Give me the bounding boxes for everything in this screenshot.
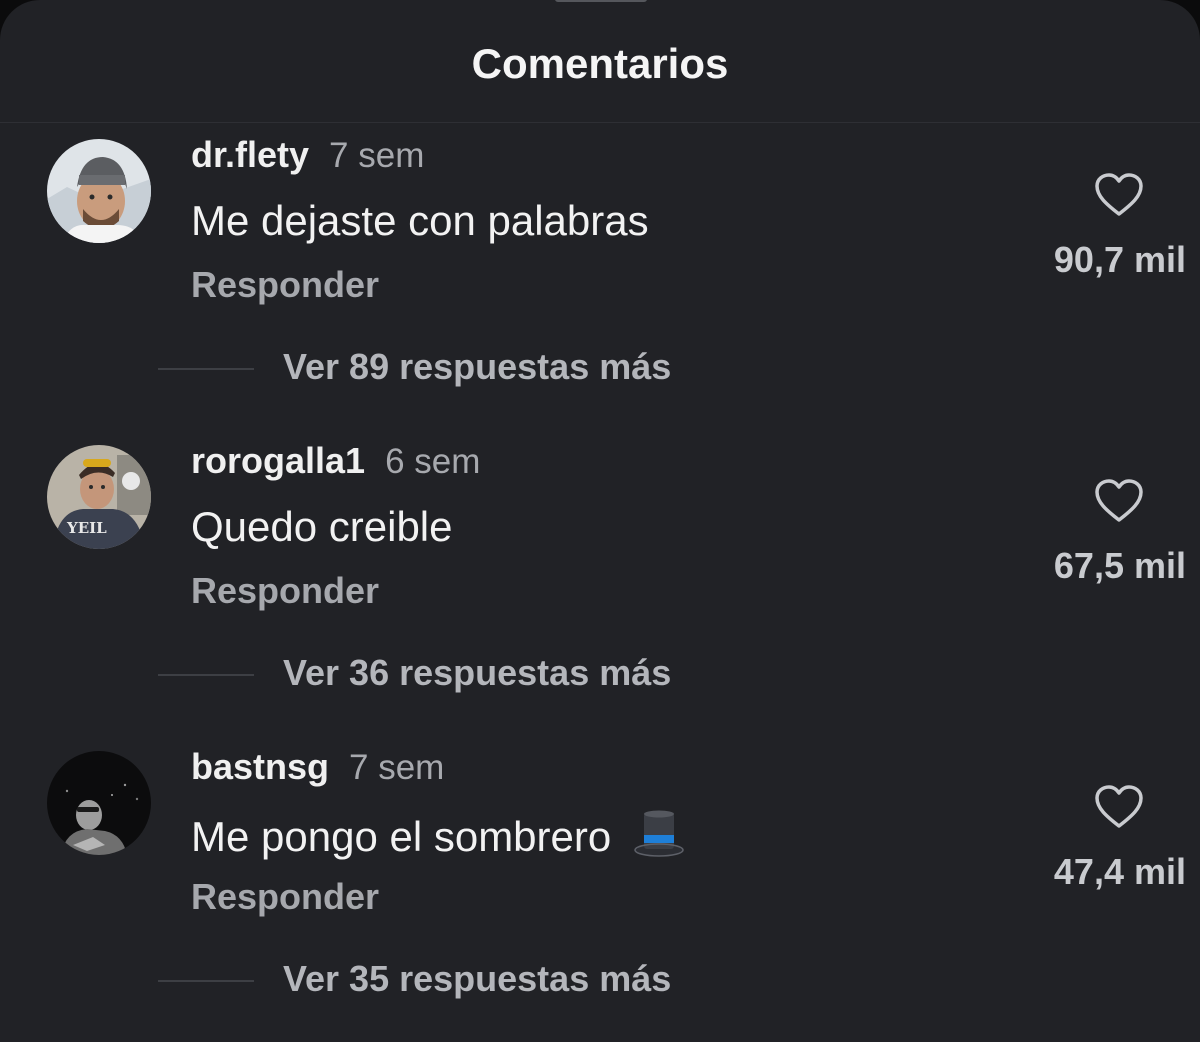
replies-divider xyxy=(158,674,254,676)
comment-meta: rorogalla1 6 sem xyxy=(191,440,480,482)
view-replies-label: Ver 36 respuestas más xyxy=(283,652,672,693)
comment-text-body: Me pongo el sombrero xyxy=(191,813,612,860)
reply-button[interactable]: Responder xyxy=(191,264,379,306)
page-title: Comentarios xyxy=(471,40,729,87)
like-button[interactable] xyxy=(1094,478,1144,524)
svg-text:YEIL: YEIL xyxy=(66,519,107,537)
replies-divider xyxy=(158,980,254,982)
comment-text: Me pongo el sombrero xyxy=(191,809,685,867)
username[interactable]: dr.flety xyxy=(191,134,309,175)
like-count: 67,5 mil xyxy=(1053,545,1186,586)
like-button[interactable] xyxy=(1094,172,1144,218)
comments-sheet: Comentarios dr.flety 7 sem Me dejaste con… xyxy=(0,0,1200,1042)
replies-divider xyxy=(158,368,254,370)
top-hat-emoji xyxy=(633,809,685,867)
heart-outline-icon xyxy=(1095,479,1143,522)
timestamp: 6 sem xyxy=(385,442,481,481)
like-button[interactable] xyxy=(1094,784,1144,830)
timestamp: 7 sem xyxy=(329,136,425,175)
avatar[interactable] xyxy=(47,139,151,243)
comments-header: Comentarios xyxy=(0,0,1200,123)
username[interactable]: bastnsg xyxy=(191,746,329,787)
view-replies-label: Ver 89 respuestas más xyxy=(283,346,672,387)
view-replies-label: Ver 35 respuestas más xyxy=(283,958,672,999)
avatar[interactable]: YEIL xyxy=(47,445,151,549)
timestamp: 7 sem xyxy=(349,748,445,787)
like-count: 47,4 mil xyxy=(1053,851,1186,892)
reply-button[interactable]: Responder xyxy=(191,876,379,918)
comment-item: YEIL rorogalla1 6 sem Quedo creible Respo… xyxy=(0,428,1200,734)
reply-button[interactable]: Responder xyxy=(191,570,379,612)
comment-text: Quedo creible xyxy=(191,503,453,550)
avatar[interactable] xyxy=(47,751,151,855)
comment-item: bastnsg 7 sem Me pongo el sombrero Respon… xyxy=(0,734,1200,1040)
username[interactable]: rorogalla1 xyxy=(191,440,365,481)
heart-outline-icon xyxy=(1095,173,1143,216)
comment-text: Me dejaste con palabras xyxy=(191,197,649,244)
like-count: 90,7 mil xyxy=(1053,239,1186,280)
heart-outline-icon xyxy=(1095,785,1143,828)
comment-meta: dr.flety 7 sem xyxy=(191,134,424,176)
comment-item: dr.flety 7 sem Me dejaste con palabras Re… xyxy=(0,122,1200,428)
comment-meta: bastnsg 7 sem xyxy=(191,746,444,788)
